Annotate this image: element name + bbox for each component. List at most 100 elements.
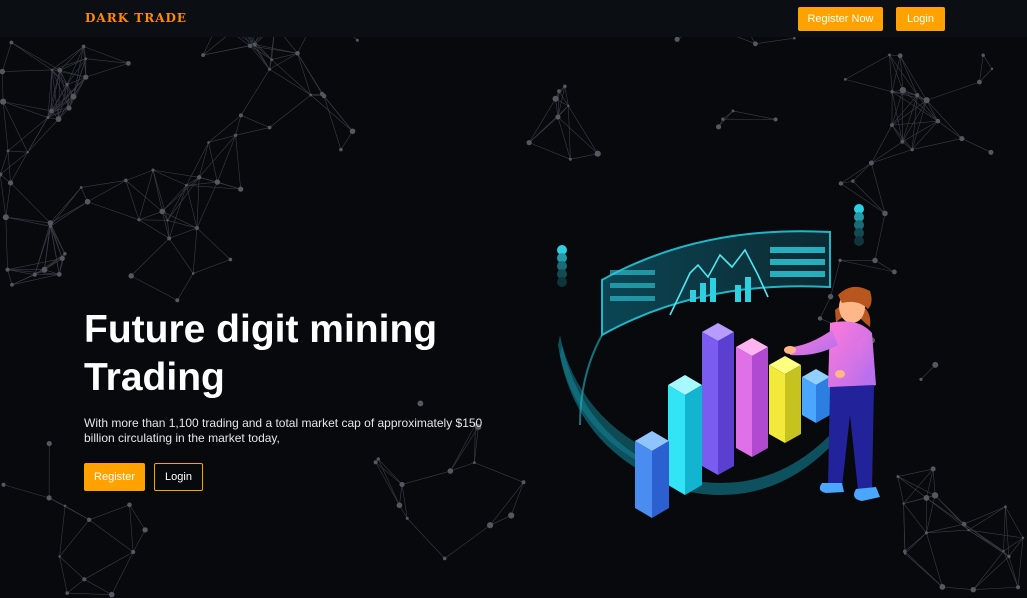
network-node — [935, 118, 941, 124]
network-line — [871, 141, 903, 164]
network-line — [942, 586, 974, 591]
network-node — [487, 522, 494, 529]
network-node — [131, 549, 136, 555]
network-line — [129, 504, 134, 553]
hero-section: Future digit mining Trading With more th… — [84, 306, 554, 491]
network-line — [321, 93, 353, 132]
hero-login-button[interactable]: Login — [154, 463, 203, 491]
network-line — [926, 100, 963, 139]
network-line — [235, 127, 270, 136]
network-line — [27, 118, 59, 153]
network-node — [59, 255, 65, 261]
network-node — [568, 157, 572, 161]
network-line — [968, 529, 1024, 539]
network-node — [959, 135, 965, 142]
network-node — [399, 481, 405, 488]
network-line — [401, 470, 451, 485]
network-line — [5, 216, 51, 227]
network-line — [570, 153, 598, 160]
network-line — [168, 185, 187, 239]
network-line — [50, 226, 63, 259]
network-node — [990, 67, 994, 71]
network-node — [868, 160, 874, 166]
network-line — [982, 55, 993, 70]
network-line — [167, 220, 198, 229]
network-line — [911, 120, 939, 150]
network-line — [0, 151, 28, 175]
network-line — [489, 482, 524, 526]
network-line — [961, 138, 992, 153]
network-line — [84, 551, 134, 580]
network-node — [902, 549, 907, 554]
network-line — [1003, 506, 1006, 552]
network-line — [67, 592, 112, 595]
network-node — [339, 147, 343, 152]
network-line — [8, 150, 28, 153]
network-node — [838, 181, 844, 186]
hero-register-button[interactable]: Register — [84, 463, 145, 491]
network-line — [138, 219, 168, 221]
network-node — [214, 179, 221, 185]
network-node — [349, 128, 356, 135]
network-node — [151, 168, 155, 172]
network-line — [926, 497, 965, 525]
register-now-button[interactable]: Register Now — [798, 7, 883, 31]
trading-illustration — [557, 204, 880, 518]
network-node — [932, 361, 939, 368]
brand-logo[interactable]: DARK TRADE — [85, 11, 187, 25]
login-button[interactable]: Login — [896, 7, 945, 31]
network-node — [594, 150, 601, 157]
network-node — [270, 58, 274, 62]
hero-title: Future digit mining Trading — [84, 306, 554, 402]
network-line — [64, 505, 90, 521]
network-line — [934, 495, 965, 525]
network-node — [185, 183, 188, 187]
network-line — [845, 79, 893, 93]
network-node — [981, 53, 985, 57]
network-line — [1008, 556, 1019, 588]
network-line — [7, 269, 13, 285]
network-line — [138, 170, 154, 220]
network-line — [50, 226, 66, 254]
network-line — [557, 116, 571, 160]
network-node — [923, 494, 930, 501]
network-node — [137, 218, 141, 222]
network-line — [340, 131, 353, 150]
network-node — [10, 282, 14, 287]
network-node — [1016, 585, 1021, 590]
network-line — [2, 69, 52, 72]
network-node — [931, 492, 939, 499]
network-node — [57, 67, 63, 73]
network-node — [731, 109, 735, 113]
network-line — [50, 201, 88, 227]
network-line — [152, 169, 187, 186]
network-node — [355, 38, 359, 42]
network-node — [66, 105, 72, 111]
hero-title-line-2: Trading — [84, 356, 225, 399]
network-node — [1021, 536, 1025, 540]
network-line — [375, 462, 403, 485]
network-node — [125, 60, 131, 66]
network-line — [130, 238, 170, 277]
network-line — [88, 519, 134, 553]
network-line — [59, 556, 68, 594]
network-line — [196, 177, 200, 229]
network-node — [233, 133, 238, 138]
network-line — [152, 170, 163, 212]
network-line — [7, 150, 11, 183]
network-line — [125, 169, 154, 181]
network-line — [568, 105, 571, 160]
network-node — [124, 178, 128, 183]
network-node — [1002, 549, 1005, 553]
network-line — [401, 484, 408, 519]
network-node — [84, 198, 91, 205]
network-line — [235, 115, 242, 136]
network-node — [843, 77, 847, 81]
network-node — [191, 272, 195, 275]
network-line — [271, 53, 298, 60]
network-line — [269, 69, 311, 96]
network-node — [295, 50, 300, 56]
network-node — [376, 457, 380, 461]
network-node — [86, 517, 92, 522]
network-node — [159, 208, 166, 215]
